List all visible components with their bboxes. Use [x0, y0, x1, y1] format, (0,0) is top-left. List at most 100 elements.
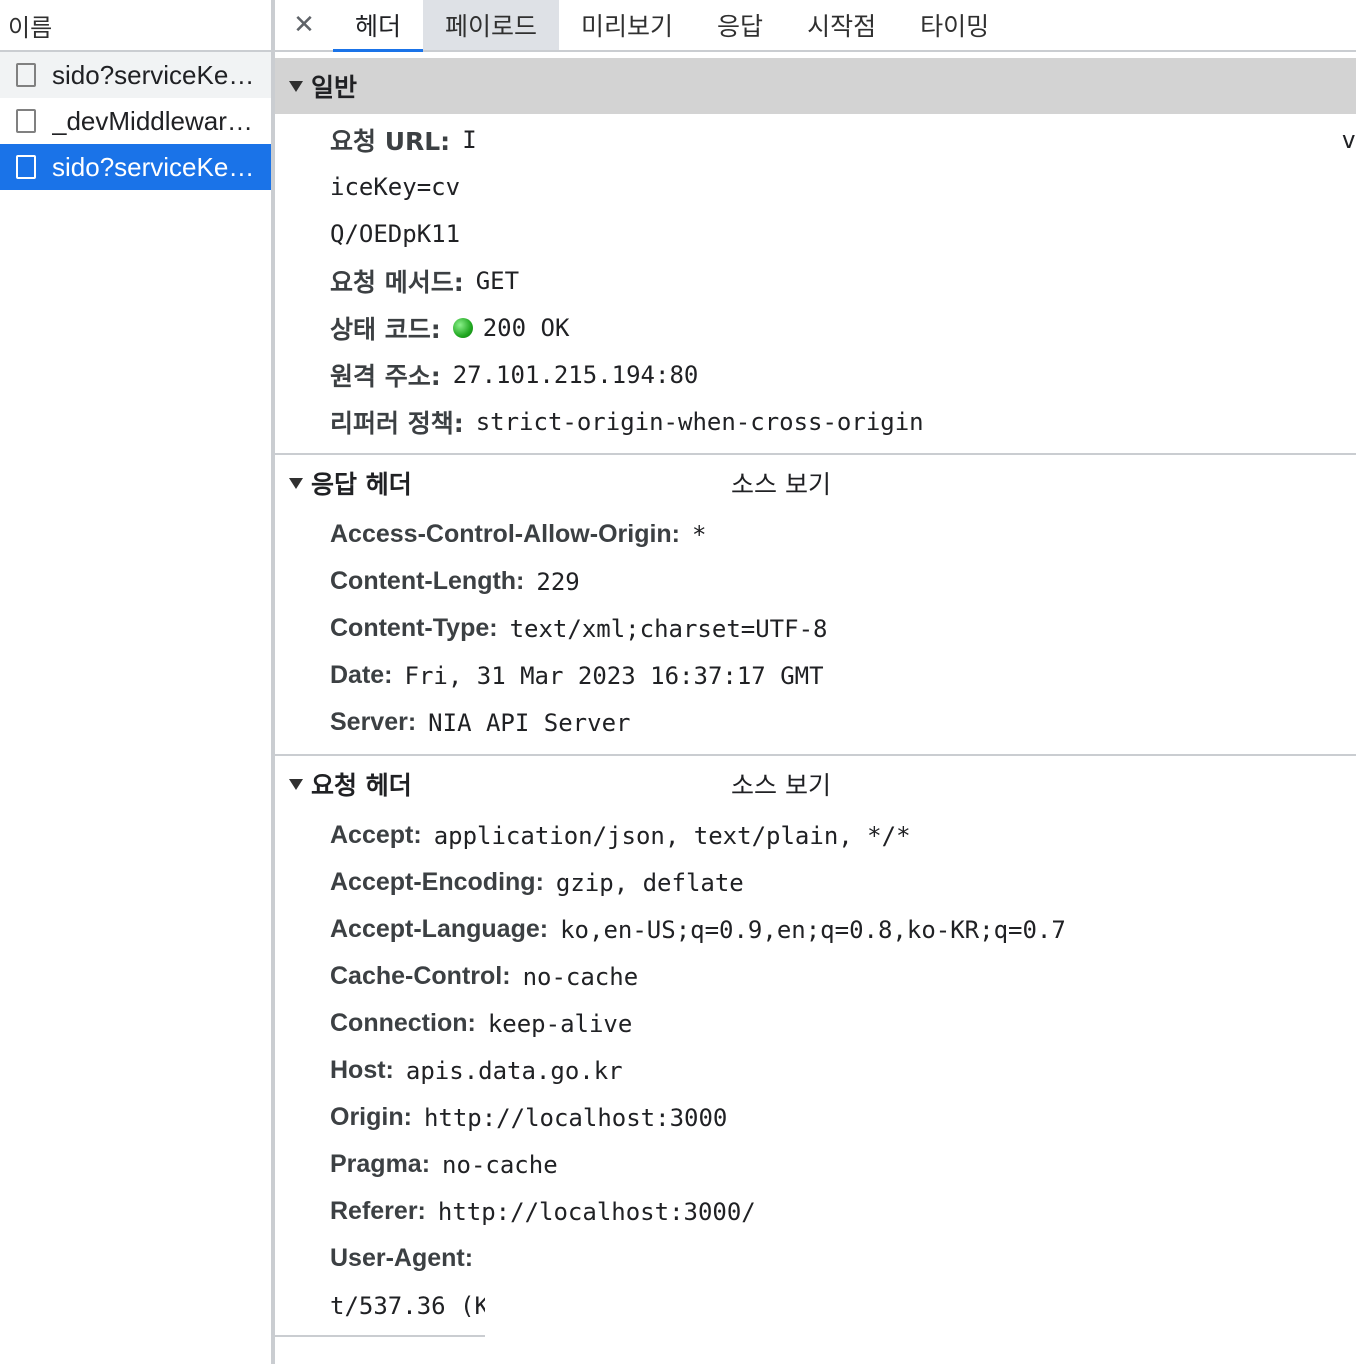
header-value: gzip, deflate [555, 868, 744, 897]
header-key: Date: [330, 661, 393, 689]
header-key: Cache-Control: [330, 962, 511, 990]
header-row: Origin: http://localhost:3000 [275, 1094, 1356, 1141]
document-icon [16, 63, 36, 87]
header-key: Referer: [330, 1197, 426, 1225]
header-key: Origin: [330, 1103, 412, 1131]
header-row: Content-Type: text/xml;charset=UTF-8 [275, 605, 1356, 652]
general-section-header[interactable]: 일반 [275, 58, 1356, 114]
header-value: text/xml;charset=UTF-8 [509, 614, 828, 643]
header-row: Cache-Control: no-cache [275, 953, 1356, 1000]
request-headers-header[interactable]: 요청 헤더 소스 보기 [275, 756, 1356, 812]
request-row[interactable]: _devMiddlewar… [0, 98, 272, 144]
general-section: 일반 요청 URL: I v iceKey=cv Q/OEDpK11 요청 메서… [275, 58, 1356, 455]
header-row: Accept-Encoding: gzip, deflate [275, 859, 1356, 906]
header-key: 원격 주소: [330, 361, 441, 391]
tab-timing[interactable]: 타이밍 [898, 0, 1011, 50]
header-key: Server: [330, 708, 417, 736]
request-url-row: 요청 URL: I v [275, 116, 1356, 163]
status-code-row: 상태 코드: 200 OK [275, 304, 1356, 351]
user-agent-continuation: t/537.36 (K [275, 1282, 1356, 1329]
header-key: Access-Control-Allow-Origin: [330, 520, 681, 548]
close-icon[interactable]: ✕ [275, 0, 333, 50]
section-title: 응답 헤더 [311, 470, 412, 499]
request-list-pane: 이름 sido?serviceKe… _devMiddlewar… sido?s… [0, 0, 272, 1364]
header-key: Content-Length: [330, 567, 525, 595]
header-value: no-cache [442, 1150, 558, 1179]
header-value: apis.data.go.kr [405, 1056, 623, 1085]
referrer-policy-row: 리퍼러 정책: strict-origin-when-cross-origin [275, 398, 1356, 445]
header-key: Content-Type: [330, 614, 498, 642]
name-column-header[interactable]: 이름 [0, 0, 272, 52]
remote-address-row: 원격 주소: 27.101.215.194:80 [275, 351, 1356, 398]
triangle-down-icon [289, 80, 303, 92]
status-ok-icon [452, 317, 473, 338]
request-headers-section: 요청 헤더 소스 보기 Accept: application/json, te… [275, 756, 1356, 1345]
tab-preview[interactable]: 미리보기 [559, 0, 695, 50]
request-name: sido?serviceKe… [52, 59, 255, 90]
request-row[interactable]: sido?serviceKe… [0, 52, 272, 98]
header-key: 요청 메서드: [330, 267, 464, 297]
name-column-label: 이름 [8, 13, 53, 42]
header-value: * [692, 520, 707, 549]
header-key: Host: [330, 1056, 394, 1084]
divider [275, 1335, 485, 1337]
request-row-selected[interactable]: sido?serviceKe… [0, 144, 272, 190]
header-value: GET [475, 266, 520, 295]
header-value: I [462, 125, 477, 154]
triangle-down-icon [289, 778, 303, 790]
header-value: 200 OK [482, 313, 570, 342]
request-url-continuation: iceKey=cv [275, 163, 1356, 210]
triangle-down-icon [289, 477, 303, 489]
header-value: t/537.36 (K [330, 1291, 485, 1320]
header-value: iceKey=cv [330, 172, 461, 201]
header-row: Date: Fri, 31 Mar 2023 16:37:17 GMT [275, 652, 1356, 699]
header-row: Content-Length: 229 [275, 558, 1356, 605]
header-value: strict-origin-when-cross-origin [475, 407, 924, 436]
header-value-clipped: v [1341, 125, 1356, 154]
section-title: 요청 헤더 [311, 771, 412, 800]
tab-initiator[interactable]: 시작점 [785, 0, 898, 50]
detail-tabbar: ✕ 헤더 페이로드 미리보기 응답 시작점 타이밍 [275, 0, 1356, 52]
tab-headers[interactable]: 헤더 [333, 0, 424, 52]
header-key: User-Agent: [330, 1244, 474, 1272]
header-key: Accept-Encoding: [330, 868, 544, 896]
header-value: no-cache [522, 962, 639, 991]
header-row: Pragma: no-cache [275, 1141, 1356, 1188]
view-source-link[interactable]: 소스 보기 [731, 465, 831, 501]
header-key: Accept: [330, 821, 422, 849]
header-value: application/json, text/plain, */* [433, 821, 911, 850]
header-row: Referer: http://localhost:3000/ [275, 1188, 1356, 1235]
tab-payload[interactable]: 페이로드 [423, 0, 560, 50]
view-source-link[interactable]: 소스 보기 [731, 766, 831, 802]
header-value: 229 [536, 567, 580, 596]
header-row: Accept: application/json, text/plain, */… [275, 812, 1356, 859]
request-url-continuation: Q/OEDpK11 [275, 210, 1356, 257]
header-row: Host: apis.data.go.kr [275, 1047, 1356, 1094]
header-row: Connection: keep-alive [275, 1000, 1356, 1047]
header-value: http://localhost:3000 [423, 1103, 728, 1132]
header-key: Connection: [330, 1009, 476, 1037]
header-key: Pragma: [330, 1150, 431, 1178]
header-row: Access-Control-Allow-Origin: * [275, 511, 1356, 558]
header-row: User-Agent: [275, 1235, 1356, 1282]
response-headers-header[interactable]: 응답 헤더 소스 보기 [275, 455, 1356, 511]
header-value: ko,en-US;q=0.9,en;q=0.8,ko-KR;q=0.7 [560, 915, 1066, 944]
section-title: 일반 [311, 73, 358, 102]
header-value: Q/OEDpK11 [330, 219, 461, 248]
document-icon [16, 109, 36, 133]
header-value: http://localhost:3000/ [437, 1197, 756, 1226]
response-headers-section: 응답 헤더 소스 보기 Access-Control-Allow-Origin:… [275, 455, 1356, 756]
tab-response[interactable]: 응답 [695, 0, 785, 50]
header-key: 요청 URL: [330, 126, 451, 156]
header-value: NIA API Server [428, 708, 631, 737]
request-name: sido?serviceKe… [52, 151, 255, 182]
header-value: keep-alive [487, 1009, 633, 1038]
header-key: 리퍼러 정책: [330, 408, 464, 438]
header-key: 상태 코드: [330, 314, 441, 344]
header-row: Server: NIA API Server [275, 699, 1356, 746]
header-key: Accept-Language: [330, 915, 549, 943]
request-method-row: 요청 메서드: GET [275, 257, 1356, 304]
header-value: 27.101.215.194:80 [452, 360, 699, 389]
header-row: Accept-Language: ko,en-US;q=0.9,en;q=0.8… [275, 906, 1356, 953]
request-name: _devMiddlewar… [52, 105, 253, 136]
